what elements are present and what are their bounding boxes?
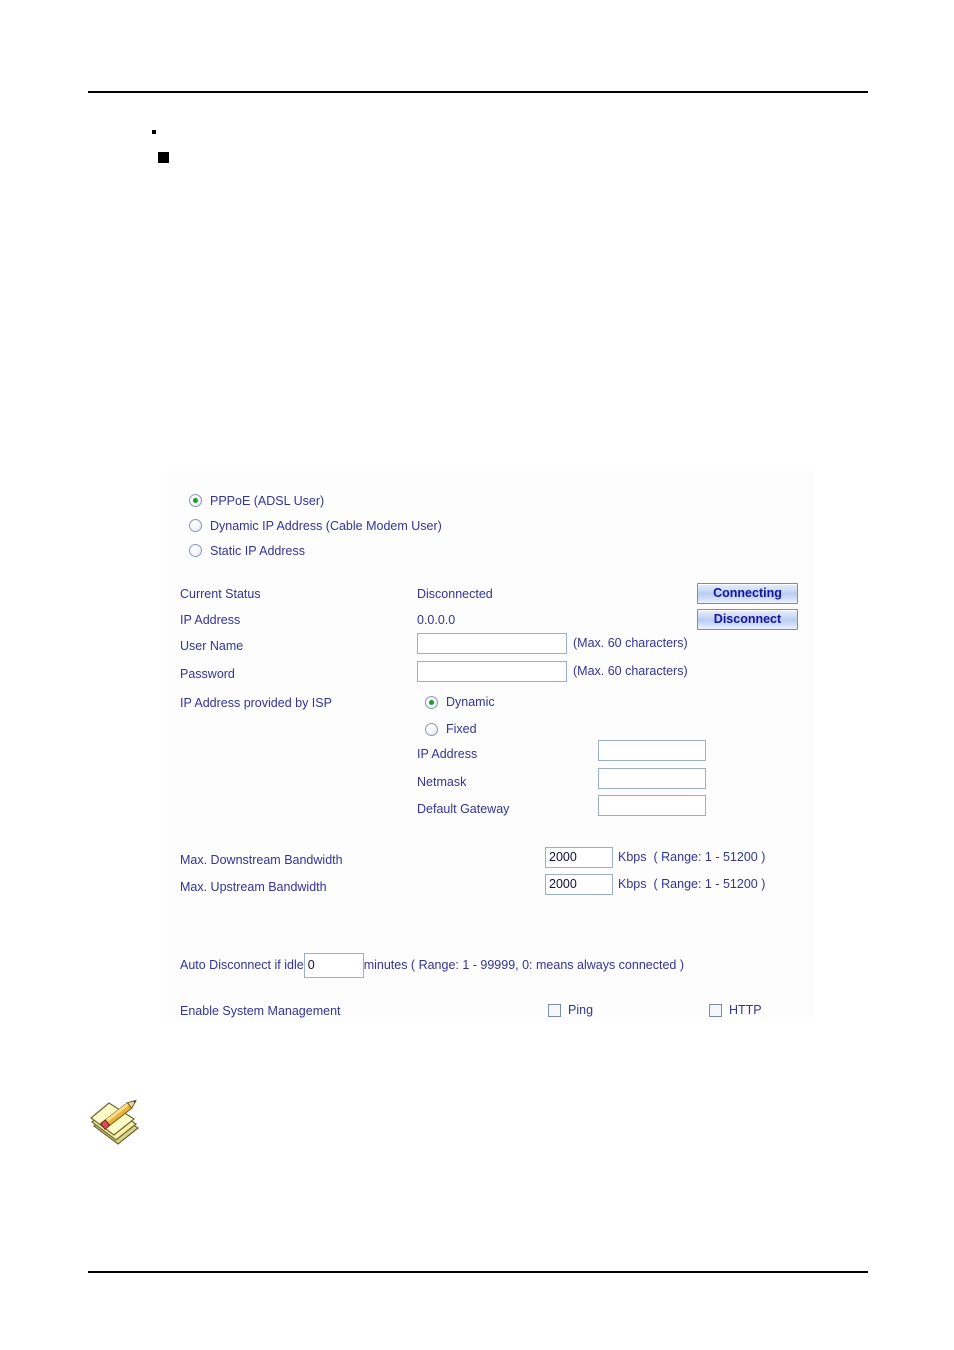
isp-ip-address-label: IP Address: [417, 747, 478, 761]
downstream-bandwidth-input[interactable]: [545, 846, 613, 868]
connection-type-option-dynamic-ip[interactable]: Dynamic IP Address (Cable Modem User): [189, 513, 442, 538]
radio-static-ip-icon[interactable]: [189, 544, 202, 557]
disconnect-button[interactable]: Disconnect: [697, 609, 798, 630]
system-management-label: Enable System Management: [180, 1004, 341, 1018]
connection-type-option-pppoe[interactable]: PPPoE (ADSL User): [189, 488, 442, 513]
isp-netmask-label-row: Netmask: [417, 772, 466, 792]
auto-disconnect-input[interactable]: [303, 952, 364, 978]
system-management-label-row: Enable System Management: [180, 1001, 415, 1021]
radio-pppoe-icon[interactable]: [189, 494, 202, 507]
isp-ip-address-input[interactable]: [598, 740, 706, 761]
password-label: Password: [180, 667, 235, 681]
user-name-hint: (Max. 60 characters): [573, 636, 688, 650]
isp-ip-address-label-row: IP Address: [417, 744, 477, 764]
radio-isp-fixed-icon[interactable]: [425, 722, 438, 736]
page-footer-rule: [88, 1271, 868, 1273]
ip-address-label-row: IP Address: [180, 610, 415, 630]
ip-address-value-row: 0.0.0.0: [417, 610, 455, 630]
connection-type-label-pppoe: PPPoE (ADSL User): [210, 493, 325, 508]
checkbox-ping-icon[interactable]: [548, 1003, 561, 1017]
radio-isp-dynamic-icon[interactable]: [425, 695, 438, 709]
upstream-bandwidth-range: ( Range: 1 - 51200 ): [653, 877, 766, 891]
connection-type-label-static-ip: Static IP Address: [210, 543, 305, 558]
user-name-input-row: (Max. 60 characters): [417, 632, 688, 654]
ip-address-value: 0.0.0.0: [417, 613, 456, 627]
isp-ip-label-row: IP Address provided by ISP: [180, 693, 415, 713]
downstream-bandwidth-label-row: Max. Downstream Bandwidth: [180, 850, 415, 870]
current-status-value: Disconnected: [417, 587, 493, 601]
upstream-bandwidth-input[interactable]: [545, 873, 613, 895]
ip-address-label: IP Address: [180, 613, 241, 627]
password-hint: (Max. 60 characters): [573, 664, 688, 678]
auto-disconnect-suffix: minutes ( Range: 1 - 99999, 0: means alw…: [363, 958, 684, 972]
password-input-row: (Max. 60 characters): [417, 660, 688, 682]
system-management-label-ping: Ping: [568, 1003, 594, 1017]
upstream-bandwidth-label: Max. Upstream Bandwidth: [180, 880, 327, 894]
wan-connection-settings-panel: PPPoE (ADSL User) Dynamic IP Address (Ca…: [167, 470, 815, 1021]
system-management-label-http: HTTP: [729, 1003, 762, 1017]
current-status-value-row: Disconnected: [417, 584, 493, 604]
system-management-option-ping[interactable]: Ping: [548, 1000, 593, 1020]
downstream-bandwidth-label: Max. Downstream Bandwidth: [180, 853, 343, 867]
connection-type-label-dynamic-ip: Dynamic IP Address (Cable Modem User): [210, 518, 442, 533]
bullet-marker-square: [158, 152, 169, 163]
user-name-label-row: User Name: [180, 636, 415, 656]
current-status-label: Current Status: [180, 587, 261, 601]
upstream-bandwidth-unit: Kbps: [618, 877, 647, 891]
auto-disconnect-row: Auto Disconnect if idle minutes ( Range:…: [180, 952, 684, 978]
downstream-bandwidth-unit: Kbps: [618, 850, 647, 864]
user-name-input[interactable]: [417, 632, 567, 654]
bullet-marker-dot: [152, 130, 156, 134]
auto-disconnect-label: Auto Disconnect if idle: [180, 958, 304, 972]
password-input[interactable]: [417, 660, 567, 682]
connection-type-option-static-ip[interactable]: Static IP Address: [189, 538, 442, 563]
connecting-button[interactable]: Connecting: [697, 583, 798, 604]
isp-default-gateway-label-row: Default Gateway: [417, 799, 509, 819]
isp-ip-option-label-fixed: Fixed: [446, 722, 477, 736]
isp-default-gateway-label: Default Gateway: [417, 802, 510, 816]
current-status-label-row: Current Status: [180, 584, 415, 604]
note-pencil-icon: [90, 1099, 140, 1145]
downstream-bandwidth-input-row: Kbps ( Range: 1 - 51200 ): [545, 846, 766, 868]
user-name-label: User Name: [180, 639, 244, 653]
password-label-row: Password: [180, 664, 415, 684]
isp-netmask-input[interactable]: [598, 768, 706, 789]
connection-type-radio-group: PPPoE (ADSL User) Dynamic IP Address (Ca…: [189, 488, 442, 563]
radio-dynamic-ip-icon[interactable]: [189, 519, 202, 532]
downstream-bandwidth-range: ( Range: 1 - 51200 ): [653, 850, 766, 864]
isp-netmask-label: Netmask: [417, 775, 467, 789]
checkbox-http-icon[interactable]: [709, 1003, 722, 1017]
isp-ip-option-label-dynamic: Dynamic: [446, 695, 495, 709]
upstream-bandwidth-input-row: Kbps ( Range: 1 - 51200 ): [545, 873, 766, 895]
isp-ip-option-dynamic[interactable]: Dynamic: [425, 692, 495, 712]
page-header-rule: [88, 91, 868, 93]
isp-default-gateway-input[interactable]: [598, 795, 706, 816]
upstream-bandwidth-label-row: Max. Upstream Bandwidth: [180, 877, 415, 897]
isp-ip-label: IP Address provided by ISP: [180, 696, 332, 710]
system-management-option-http[interactable]: HTTP: [709, 1000, 762, 1020]
isp-ip-option-fixed[interactable]: Fixed: [425, 719, 477, 739]
